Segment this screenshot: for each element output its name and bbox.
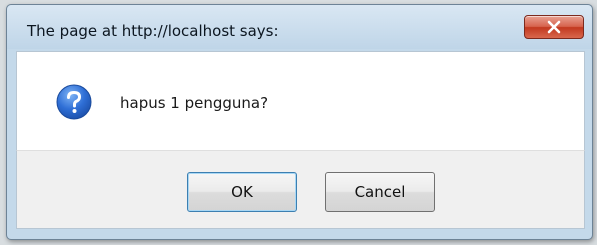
dialog-footer: OK Cancel	[16, 150, 585, 229]
dialog-title: The page at http://localhost says:	[27, 22, 279, 40]
confirm-dialog: The page at http://localhost says: hapus…	[6, 4, 593, 240]
question-icon	[56, 84, 92, 120]
dialog-titlebar[interactable]: The page at http://localhost says:	[7, 5, 592, 49]
dialog-content: hapus 1 pengguna?	[16, 51, 585, 151]
cancel-button[interactable]: Cancel	[325, 172, 435, 212]
close-button[interactable]	[524, 15, 584, 39]
close-icon	[547, 20, 561, 34]
dialog-message: hapus 1 pengguna?	[120, 94, 269, 112]
ok-button[interactable]: OK	[187, 172, 297, 212]
